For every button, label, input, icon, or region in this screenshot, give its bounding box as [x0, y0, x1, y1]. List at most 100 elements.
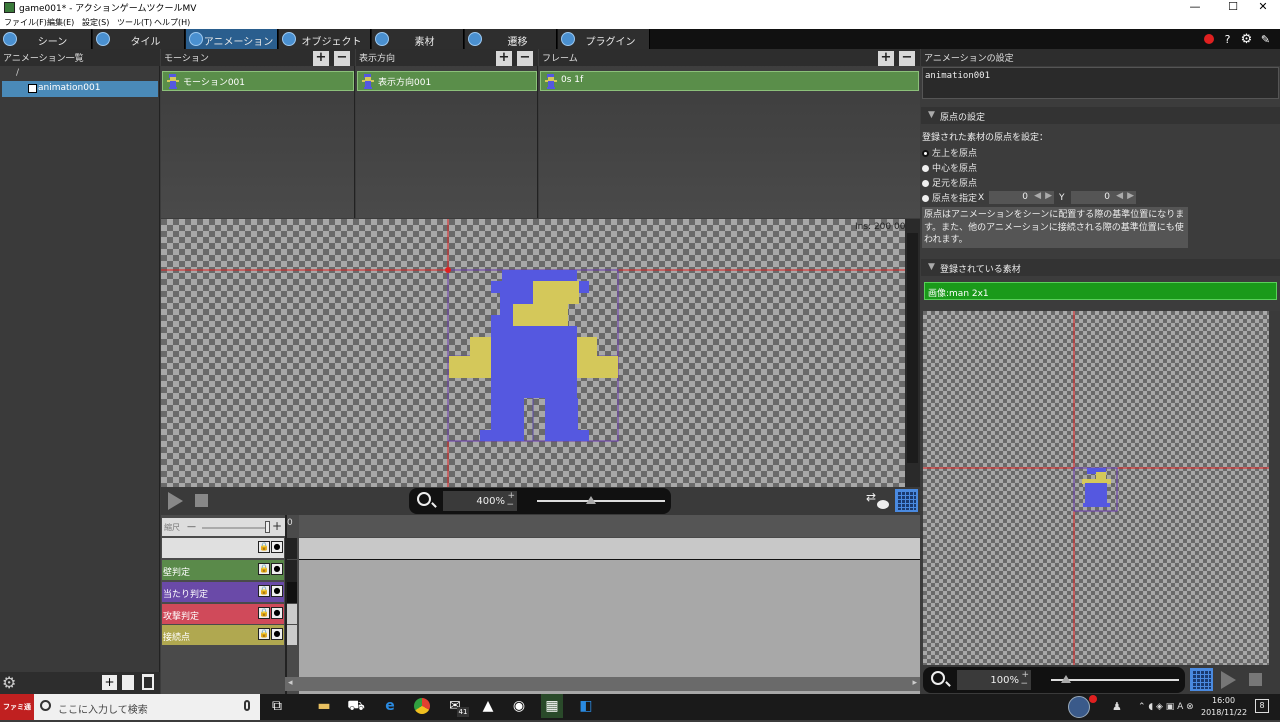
action-game-maker-icon[interactable]: ▦ [541, 694, 563, 718]
y-field[interactable]: 0 ◀ ▶ [1071, 191, 1136, 204]
lock-icon[interactable]: 🔒 [258, 607, 270, 619]
taskbar-search[interactable]: ここに入力して検索 [34, 694, 260, 720]
stop-icon[interactable] [1249, 673, 1262, 686]
tab-plugin[interactable]: プラグイン [558, 29, 650, 49]
chrome-icon[interactable] [411, 694, 433, 718]
stop-icon[interactable] [195, 494, 208, 507]
help-icon[interactable]: ? [1221, 33, 1234, 46]
decrement-icon[interactable]: ◀ [1034, 191, 1041, 201]
gear-icon[interactable]: ⚙ [2, 673, 16, 692]
scroll-right-icon[interactable]: ▸ [912, 678, 917, 688]
clock-time[interactable]: 16:00 [1212, 696, 1235, 705]
file-explorer-icon[interactable]: ▬ [313, 694, 335, 718]
animation-name-field[interactable]: animation001 [922, 67, 1279, 99]
layer-row-base[interactable]: 🔒 ● [162, 538, 284, 558]
layer-row-connect[interactable]: 接続点 🔒 ● [162, 625, 284, 645]
layer-row-hit[interactable]: 当たり判定 🔒 ● [162, 582, 284, 602]
close-button[interactable]: ✕ [1246, 0, 1280, 15]
lock-icon[interactable]: 🔒 [258, 585, 270, 597]
add-direction-button[interactable]: + [496, 51, 512, 66]
remove-direction-button[interactable]: − [517, 51, 533, 66]
lock-icon[interactable]: 🔒 [258, 541, 270, 553]
remove-frame-button[interactable]: − [899, 51, 915, 66]
clock-date[interactable]: 2018/11/22 [1201, 708, 1247, 717]
people-icon[interactable]: ♟ [1112, 700, 1122, 713]
edit-icon[interactable]: ✎ [1259, 33, 1272, 46]
timeline-scrollbar[interactable]: ◂ ▸ [285, 677, 920, 691]
edge-icon[interactable]: e [379, 694, 401, 718]
radio-origin-center[interactable]: 中心を原点 [922, 161, 1122, 175]
zoom-slider-thumb[interactable] [585, 496, 596, 504]
menu-help[interactable]: ヘルプ(H) [154, 17, 190, 28]
eye-icon[interactable]: ● [271, 563, 283, 575]
add-item-icon[interactable] [122, 675, 134, 690]
zoom-down-icon[interactable]: − [506, 500, 514, 510]
gear-icon[interactable]: ⚙ [1240, 33, 1253, 46]
x-field[interactable]: 0 ◀ ▶ [989, 191, 1054, 204]
preview-zoom-field[interactable]: 100% + − [957, 670, 1031, 690]
layer-row-attack[interactable]: 攻撃判定 🔒 ● [162, 604, 284, 624]
decrement-icon[interactable]: ◀ [1116, 191, 1123, 201]
lock-icon[interactable]: 🔒 [258, 563, 270, 575]
steam-icon[interactable]: ◉ [508, 694, 530, 718]
radio-origin-feet[interactable]: 足元を原点 [922, 176, 1122, 190]
microphone-icon[interactable] [244, 700, 250, 711]
tab-object[interactable]: オブジェクト [279, 29, 371, 49]
timeline-zoom-thumb[interactable] [265, 521, 270, 533]
origin-section-header[interactable]: ▼ 原点の設定 [921, 107, 1280, 124]
origin-point[interactable] [445, 267, 451, 273]
timeline-splitter[interactable] [285, 515, 287, 694]
store-icon[interactable]: ⛟ [345, 694, 367, 718]
zoom-down-icon[interactable]: − [1020, 679, 1028, 689]
zoom-slider-thumb[interactable] [1061, 675, 1072, 683]
list-item-animation001[interactable]: animation001 [2, 81, 158, 97]
zoom-field[interactable]: 400% + − [443, 491, 517, 511]
maximize-button[interactable]: ☐ [1216, 0, 1250, 15]
eye-icon[interactable]: ● [271, 585, 283, 597]
add-folder-icon[interactable]: + [102, 675, 117, 690]
trash-icon[interactable] [142, 674, 154, 690]
eye-icon[interactable]: ● [271, 628, 283, 640]
photos-icon[interactable]: ▲ [477, 694, 499, 718]
task-view-icon[interactable]: ⧉ [266, 694, 288, 718]
notification-app-icon[interactable] [1068, 696, 1090, 718]
eye-icon[interactable]: ● [271, 541, 283, 553]
menu-settings[interactable]: 設定(S) [82, 17, 109, 28]
registered-section-header[interactable]: ▼ 登録されている素材 [921, 259, 1280, 276]
timeline-zoom-in-icon[interactable]: + [272, 519, 282, 533]
app-window-icon[interactable]: ◧ [575, 694, 597, 718]
eye-icon[interactable] [877, 500, 889, 509]
material-preview[interactable] [923, 311, 1269, 665]
tab-tile[interactable]: タイル [93, 29, 185, 49]
scroll-left-icon[interactable]: ◂ [288, 678, 293, 688]
grid-icon[interactable] [895, 489, 918, 512]
add-frame-button[interactable]: + [878, 51, 894, 66]
timeline-zoom-slider[interactable] [202, 527, 268, 529]
add-motion-button[interactable]: + [313, 51, 329, 66]
canvas-scrollbar[interactable] [905, 219, 920, 487]
grid-icon[interactable] [1190, 668, 1213, 691]
increment-icon[interactable]: ▶ [1127, 191, 1134, 201]
minimize-button[interactable]: — [1178, 0, 1212, 15]
timeline-track-row[interactable] [299, 538, 920, 559]
record-icon[interactable] [1203, 34, 1214, 44]
tab-scene[interactable]: シーン [0, 29, 92, 49]
zoom-icon[interactable] [417, 492, 431, 506]
tab-transition[interactable]: 遷移 [465, 29, 557, 49]
timeline-tracks[interactable] [299, 560, 920, 694]
tree-root[interactable]: / [16, 68, 19, 78]
timeline-zoom-out-icon[interactable]: — [187, 523, 196, 532]
menu-tools[interactable]: ツール(T) [117, 17, 152, 28]
tab-material[interactable]: 素材 [372, 29, 464, 49]
registered-item[interactable]: 画像:man 2x1 [924, 282, 1277, 300]
system-tray-icons[interactable]: ⌃ ◖ ◈ ▣ A ⊗ [1138, 702, 1194, 712]
eye-icon[interactable]: ● [271, 607, 283, 619]
frame-ruler[interactable] [299, 515, 920, 537]
tab-animation[interactable]: アニメーション [186, 29, 278, 49]
layer-row-wall[interactable]: 壁判定 🔒 ● [162, 560, 284, 580]
zoom-icon[interactable] [931, 671, 945, 685]
list-item-motion[interactable]: モーション001 [162, 71, 354, 91]
zoom-slider[interactable] [537, 496, 665, 504]
menu-file[interactable]: ファイル(F) [4, 17, 47, 28]
animation-canvas[interactable]: Ins: 200 00 [161, 219, 905, 487]
